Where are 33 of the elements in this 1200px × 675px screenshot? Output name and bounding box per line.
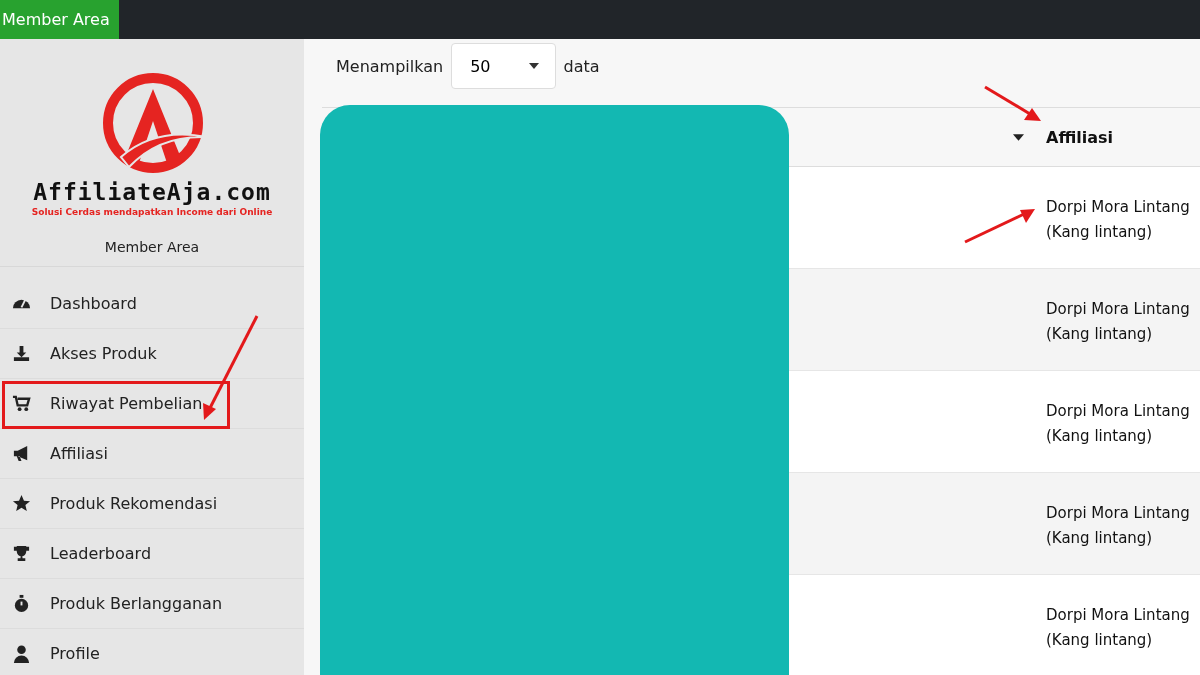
tagline: Solusi Cerdas mendapatkan Income dari Online bbox=[31, 207, 273, 217]
affiliate-name: Dorpi Mora Lintang bbox=[1046, 299, 1191, 320]
affiliate-name: Dorpi Mora Lintang bbox=[1046, 605, 1191, 626]
star-icon bbox=[12, 494, 31, 513]
sidebar-item[interactable]: Affiliasi bbox=[0, 429, 304, 479]
affiliate-alias: (Kang lintang) bbox=[1046, 528, 1154, 549]
trophy-icon bbox=[12, 544, 31, 563]
page-size-select[interactable]: 50 bbox=[451, 43, 556, 89]
sidebar-item[interactable]: Leaderboard bbox=[0, 529, 304, 579]
affiliate-name: Dorpi Mora Lintang bbox=[1046, 503, 1191, 524]
data-label: data bbox=[563, 56, 600, 76]
show-label: Menampilkan bbox=[336, 56, 444, 76]
sort-icon[interactable] bbox=[1013, 133, 1024, 141]
download-icon bbox=[12, 344, 31, 363]
affiliate-alias: (Kang lintang) bbox=[1046, 630, 1154, 651]
sidebar-item[interactable]: Dashboard bbox=[0, 279, 304, 329]
affiliate-alias: (Kang lintang) bbox=[1046, 426, 1154, 447]
affiliate-alias: (Kang lintang) bbox=[1046, 222, 1154, 243]
sidebar-subtitle: Member Area bbox=[104, 239, 200, 255]
column-header[interactable]: Affiliasi bbox=[1046, 127, 1113, 147]
stopwatch-icon bbox=[12, 594, 31, 613]
affiliate-name: Dorpi Mora Lintang bbox=[1046, 197, 1191, 218]
caret-icon bbox=[528, 63, 539, 69]
sidebar-item[interactable]: Riwayat Pembelian bbox=[0, 379, 304, 429]
sidebar-item[interactable]: Akses Produk bbox=[0, 329, 304, 379]
cart-icon bbox=[12, 394, 31, 413]
brand-name: AffiliateAja.com bbox=[33, 179, 271, 205]
sidebar-item[interactable]: Produk Berlangganan bbox=[0, 579, 304, 629]
sidebar-item[interactable]: Profile bbox=[0, 629, 304, 675]
user-icon bbox=[12, 644, 31, 663]
sidebar-item[interactable]: Produk Rekomendasi bbox=[0, 479, 304, 529]
affiliate-name: Dorpi Mora Lintang bbox=[1046, 401, 1191, 422]
affiliate-alias: (Kang lintang) bbox=[1046, 324, 1154, 345]
